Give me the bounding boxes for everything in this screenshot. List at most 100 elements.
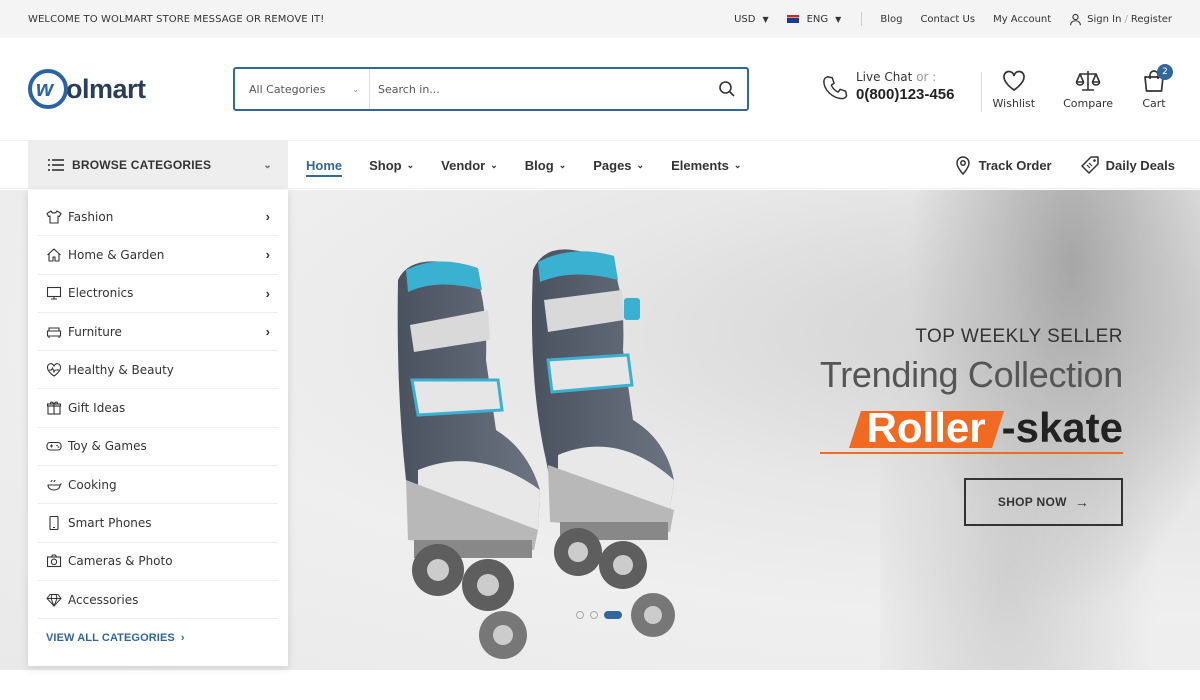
blog-link[interactable]: Blog [880, 14, 902, 25]
tshirt-icon [46, 210, 62, 224]
chevron-down-icon: ⌄ [636, 159, 645, 170]
hero-caption: TOP WEEKLY SELLER Trending Collection Ro… [819, 326, 1123, 456]
menu-blog[interactable]: Blog ⌄ [525, 141, 566, 189]
browse-categories-label: BROWSE CATEGORIES [72, 158, 212, 172]
category-item-accessories[interactable]: Accessories [38, 581, 278, 620]
slash-separator: / [1124, 13, 1128, 25]
home-icon [47, 248, 61, 262]
search-category-label: All Categories [249, 82, 326, 96]
logo-mark-letter: w [36, 76, 54, 101]
hero-highlight-word: Roller [855, 404, 998, 452]
search-input[interactable] [370, 82, 707, 96]
track-order-link[interactable]: Track Order [953, 155, 1052, 175]
cooking-icon [47, 479, 62, 491]
nav-right: Track Order Daily Deals [953, 141, 1175, 189]
heart-icon [1002, 70, 1025, 92]
chevron-down-icon: ▼ [762, 14, 769, 24]
main-nav: BROWSE CATEGORIES ⌄ Home Shop ⌄ Vendor ⌄ B… [0, 141, 1200, 189]
heart-pulse-icon [46, 363, 62, 377]
category-label: Cooking [68, 477, 117, 492]
logo-mark: w [28, 69, 68, 109]
compare-button[interactable]: Compare [1063, 68, 1113, 110]
logo-text: olmart [66, 73, 146, 104]
camera-icon [46, 554, 62, 568]
live-chat-line: Live Chat or : [856, 70, 954, 84]
my-account-link[interactable]: My Account [993, 14, 1051, 25]
currency-label: USD [734, 13, 756, 25]
view-all-categories-link[interactable]: VIEW ALL CATEGORIES › [38, 619, 278, 657]
slide-dot[interactable] [590, 611, 598, 619]
search-category-select[interactable]: All Categories ⌄ [235, 69, 370, 109]
chevron-down-icon: ⌄ [352, 84, 359, 94]
page-bottom [0, 670, 1200, 700]
live-chat-link[interactable]: Live Chat [856, 70, 912, 84]
menu-elements[interactable]: Elements ⌄ [671, 141, 741, 189]
roller-skates-image [397, 249, 675, 659]
track-order-label: Track Order [978, 157, 1052, 173]
gift-icon [46, 401, 62, 415]
category-dropdown: Fashion › Home & Garden › Electronics › Fur… [28, 190, 288, 666]
chevron-down-icon: ▼ [835, 14, 842, 24]
wishlist-button[interactable]: Wishlist [993, 68, 1035, 110]
category-label: Smart Phones [68, 516, 152, 531]
slider-pagination [576, 611, 622, 619]
arrow-right-icon: → [1074, 494, 1090, 510]
category-label: Healthy & Beauty [68, 362, 174, 377]
cart-button[interactable]: 2 Cart [1141, 64, 1173, 110]
chevron-down-icon: ⌄ [558, 159, 567, 170]
menu-vendor[interactable]: Vendor ⌄ [441, 141, 498, 189]
language-label: ENG [806, 13, 829, 25]
sign-in-link[interactable]: Sign In [1087, 14, 1121, 25]
search-button[interactable] [707, 80, 747, 98]
slide-dot-active[interactable] [604, 611, 622, 619]
diamond-icon [46, 593, 62, 607]
menu-pages[interactable]: Pages ⌄ [593, 141, 644, 189]
slide-dot[interactable] [576, 611, 584, 619]
hero-title: Trending Collection [819, 354, 1123, 395]
hero-underline [819, 452, 1123, 454]
category-item-smart-phones[interactable]: Smart Phones [38, 504, 278, 543]
category-item-toy-games[interactable]: Toy & Games [38, 428, 278, 467]
category-label: Home & Garden [68, 247, 165, 262]
map-pin-icon [955, 156, 970, 175]
category-label: Fashion [68, 209, 114, 224]
category-item-electronics[interactable]: Electronics › [38, 275, 278, 313]
main-header: w olmart All Categories ⌄ Live Chat or :… [0, 38, 1200, 141]
currency-selector[interactable]: USD ▼ [734, 14, 769, 25]
logo[interactable]: w olmart [28, 69, 233, 109]
gamepad-icon [46, 442, 62, 451]
category-item-cameras-photo[interactable]: Cameras & Photo [38, 543, 278, 581]
contact-us-link[interactable]: Contact Us [920, 14, 975, 25]
scale-icon [1075, 71, 1101, 91]
category-item-fashion[interactable]: Fashion › [38, 198, 278, 237]
category-label: Toy & Games [68, 439, 147, 454]
chevron-down-icon: ⌄ [406, 159, 415, 170]
category-item-home-garden[interactable]: Home & Garden › [38, 236, 278, 275]
header-actions: Wishlist Compare 2 Cart [993, 64, 1173, 110]
list-icon [48, 159, 64, 171]
category-item-furniture[interactable]: Furniture › [38, 313, 278, 352]
chevron-right-icon: › [265, 247, 270, 263]
or-text: or : [916, 70, 937, 84]
category-item-gift-ideas[interactable]: Gift Ideas [38, 389, 278, 428]
category-label: Furniture [68, 324, 122, 339]
phone-number[interactable]: 0(800)123-456 [856, 86, 954, 103]
uk-flag-icon [786, 15, 799, 23]
menu-pages-label: Pages [593, 157, 632, 173]
category-item-healthy-beauty[interactable]: Healthy & Beauty [38, 351, 278, 390]
divider [861, 12, 863, 26]
shop-now-button[interactable]: SHOP NOW → [964, 478, 1123, 526]
menu-shop[interactable]: Shop ⌄ [369, 141, 414, 189]
category-item-cooking[interactable]: Cooking [38, 466, 278, 505]
chevron-down-icon: ⌄ [490, 159, 498, 170]
register-link[interactable]: Register [1131, 14, 1172, 25]
language-selector[interactable]: ENG ▼ [786, 13, 842, 25]
monitor-icon [46, 287, 62, 300]
main-menu: Home Shop ⌄ Vendor ⌄ Blog ⌄ Pages ⌄ Elements… [306, 141, 741, 189]
menu-home[interactable]: Home [306, 141, 343, 189]
chevron-right-icon: › [265, 324, 270, 340]
daily-deals-link[interactable]: Daily Deals [1080, 155, 1175, 175]
browse-categories-toggle[interactable]: BROWSE CATEGORIES ⌄ [28, 141, 288, 189]
menu-vendor-label: Vendor [441, 157, 486, 173]
top-bar: WELCOME TO WOLMART STORE MESSAGE OR REMO… [0, 0, 1200, 38]
